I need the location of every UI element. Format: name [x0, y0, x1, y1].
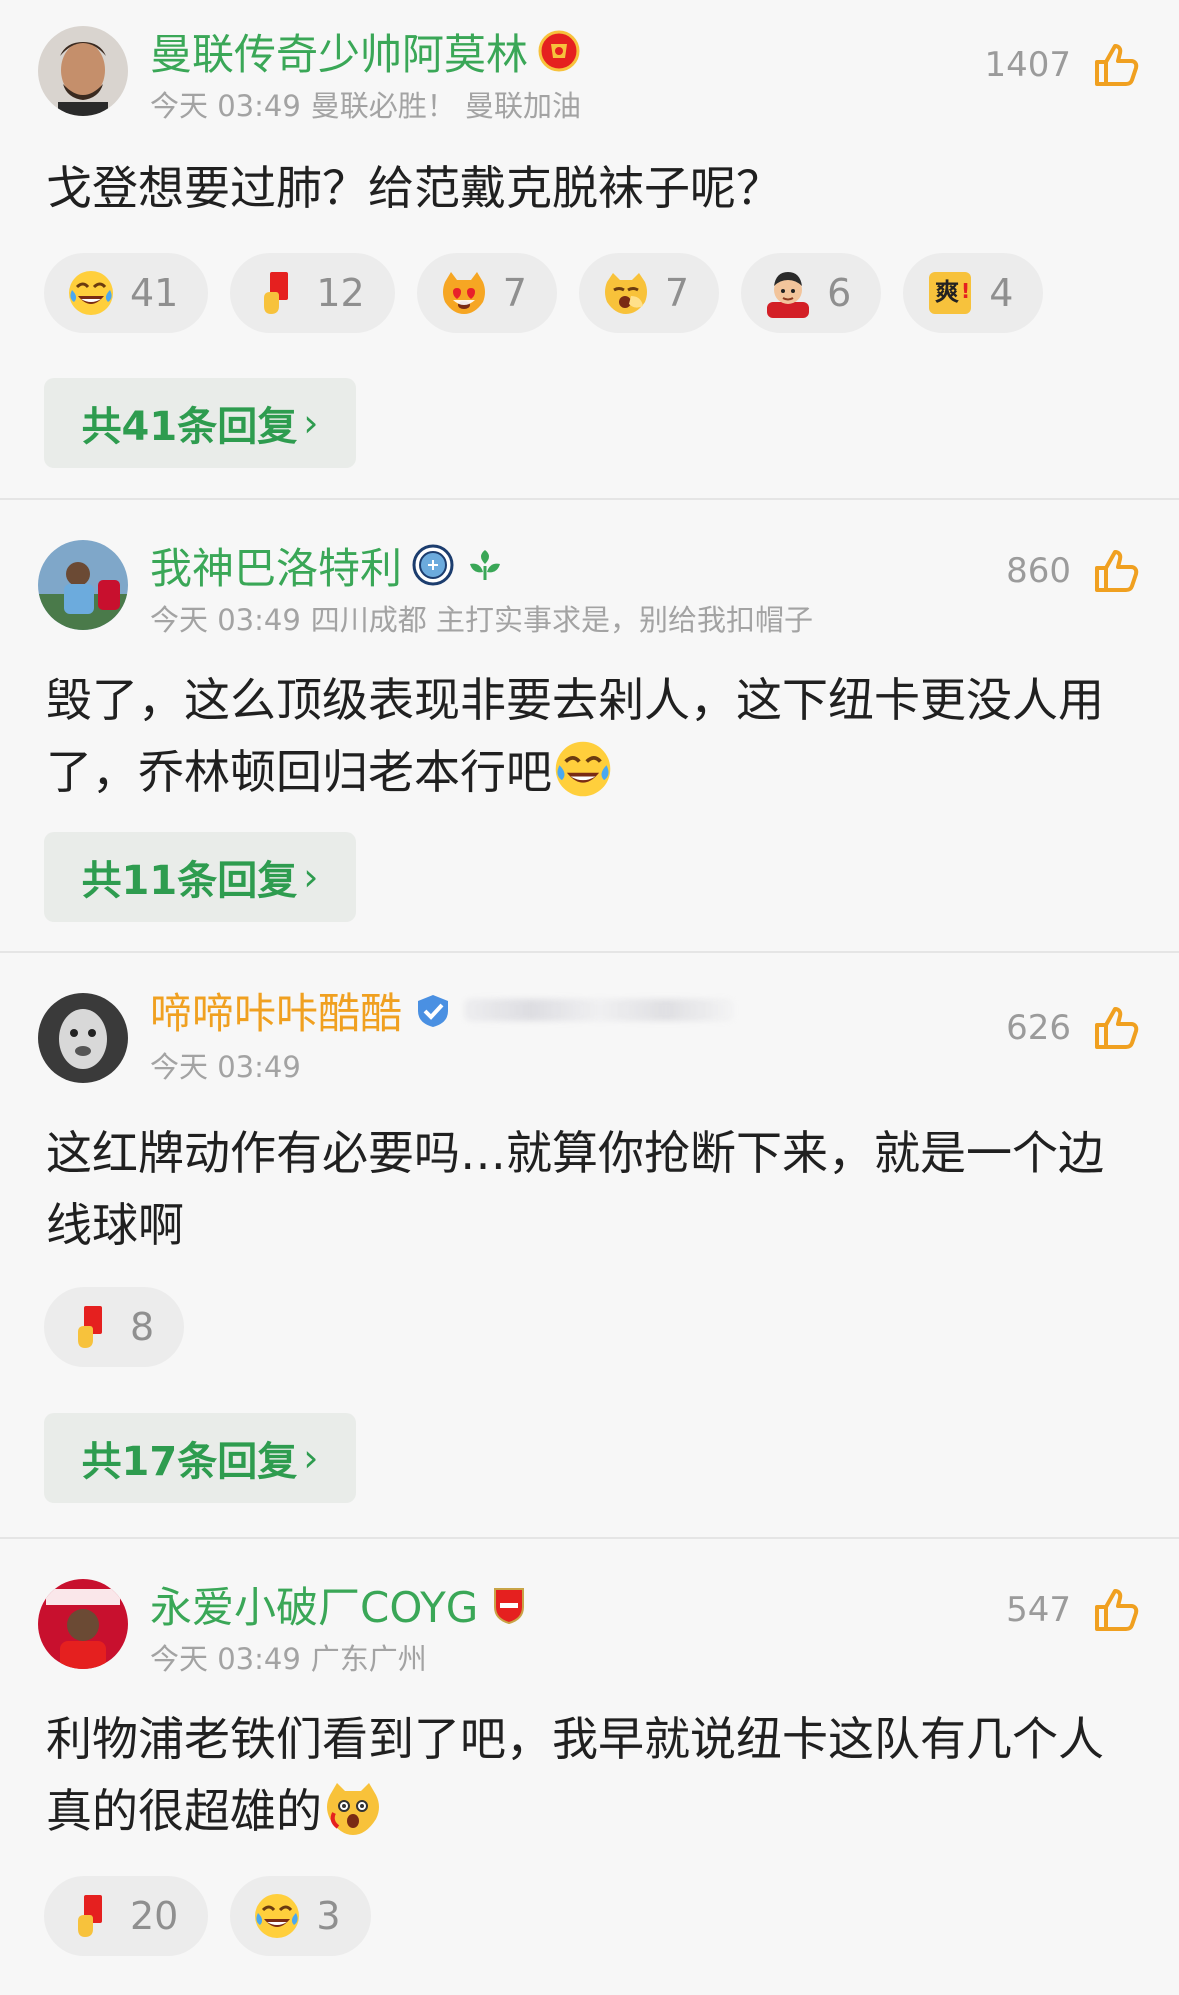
comment-card: 曼联传奇少帅阿莫林 今天 03:49 曼联必胜！ 曼联加油 1407 戈登想要过… — [0, 0, 1179, 500]
reaction-bar: 8 — [44, 1287, 185, 1367]
reaction-count: 20 — [130, 1894, 179, 1938]
comment-meta: 今天 03:49 四川成都 主打实事求是，别给我扣帽子 — [150, 598, 813, 638]
comment-body: 这红牌动作有必要吗…就算你抢断下来，就是一个边线球啊 — [46, 1126, 1104, 1252]
player-avatar-icon — [763, 268, 813, 318]
name-row: 永爱小破厂COYG — [150, 1577, 530, 1632]
comment-body: 戈登想要过肺？给范戴克脱袜子呢？ — [46, 161, 782, 215]
like-button[interactable]: 547 — [1006, 1583, 1141, 1637]
shocked-cat-emoji-icon — [322, 1777, 384, 1839]
comment-meta: 今天 03:49 曼联必胜！ 曼联加油 — [150, 84, 581, 124]
red-card-icon — [66, 1891, 116, 1941]
comment-meta: 今天 03:49 — [150, 1045, 311, 1085]
comment-body: 利物浦老铁们看到了吧，我早就说纽卡这队有几个人真的很超雄的 — [46, 1712, 1104, 1838]
avatar[interactable] — [38, 993, 128, 1083]
view-replies-button[interactable]: 共41条回复 › — [44, 378, 356, 468]
avatar[interactable] — [38, 26, 128, 116]
reaction-pill[interactable]: 41 — [44, 253, 209, 333]
thumbs-up-icon[interactable] — [1091, 1585, 1141, 1635]
reaction-count: 7 — [664, 271, 690, 315]
name-row: 曼联传奇少帅阿莫林 — [150, 24, 580, 79]
chevron-right-icon: › — [303, 855, 319, 899]
comment-text: 戈登想要过肺？给范戴克脱袜子呢？ — [46, 152, 1149, 224]
shuang-sticker-icon — [925, 268, 975, 318]
reply-count-label: 共17条回复 — [81, 1439, 298, 1485]
like-button[interactable]: 860 — [1006, 544, 1141, 598]
comment-card: 我神巴洛特利 今天 03:49 四川成都 主打实事求是，别给我扣帽子 860 毁… — [0, 500, 1179, 952]
timestamp: 今天 03:49 — [150, 89, 301, 123]
username[interactable]: 永爱小破厂COYG — [150, 1574, 478, 1635]
heart-eyes-cat-icon — [439, 268, 489, 318]
leaf-badge-icon[interactable] — [464, 544, 506, 586]
chevron-right-icon: › — [303, 1436, 319, 1480]
laugh-cry-emoji-icon — [252, 1891, 302, 1941]
reaction-bar: 41 12 7 7 6 4 — [44, 253, 1044, 333]
reaction-pill[interactable]: 12 — [230, 253, 395, 333]
like-count: 1407 — [984, 45, 1071, 85]
timestamp: 今天 03:49 — [150, 1050, 301, 1084]
view-replies-button[interactable]: 共11条回复 › — [44, 832, 356, 922]
verified-badge-icon[interactable] — [412, 989, 454, 1031]
reaction-pill[interactable]: 20 — [44, 1876, 209, 1956]
reaction-pill[interactable]: 8 — [44, 1287, 185, 1367]
laugh-cry-emoji-icon — [66, 268, 116, 318]
name-row: 我神巴洛特利 — [150, 538, 506, 593]
reaction-count: 7 — [502, 271, 527, 315]
chevron-right-icon: › — [303, 401, 319, 445]
reaction-pill[interactable]: 3 — [230, 1876, 371, 1956]
user-signature: 曼联必胜！ 曼联加油 — [310, 89, 582, 123]
like-button[interactable]: 626 — [1006, 1001, 1141, 1055]
blurred-decoration — [464, 999, 735, 1021]
thumbs-up-icon[interactable] — [1091, 1003, 1141, 1053]
username[interactable]: 曼联传奇少帅阿莫林 — [150, 21, 528, 82]
reaction-count: 6 — [827, 271, 852, 315]
yawn-face-icon — [601, 268, 651, 318]
laugh-cry-emoji-icon — [552, 738, 614, 800]
comment-meta: 今天 03:49 广东广州 — [150, 1637, 427, 1677]
like-count: 860 — [1006, 551, 1071, 591]
username[interactable]: 啼啼咔咔酷酷 — [150, 980, 402, 1041]
view-replies-button[interactable]: 共17条回复 › — [44, 1413, 356, 1503]
avatar[interactable] — [38, 540, 128, 630]
avatar[interactable] — [38, 1579, 128, 1669]
reaction-count: 3 — [316, 1894, 341, 1938]
like-count: 626 — [1006, 1008, 1071, 1048]
reaction-pill[interactable]: 6 — [741, 253, 882, 333]
manchester-united-badge-icon[interactable] — [538, 30, 580, 72]
comment-card: 永爱小破厂COYG 今天 03:49 广东广州 547 利物浦老铁们看到了吧，我… — [0, 1539, 1179, 1995]
reaction-pill[interactable]: 4 — [903, 253, 1044, 333]
reaction-count: 8 — [130, 1305, 155, 1349]
comment-card: 啼啼咔咔酷酷 今天 03:49 626 这红牌动作有必要吗…就算你抢断下来，就是… — [0, 953, 1179, 1538]
like-button[interactable]: 1407 — [984, 38, 1141, 92]
thumbs-up-icon[interactable] — [1091, 546, 1141, 596]
reply-count-label: 共11条回复 — [81, 858, 298, 904]
timestamp: 今天 03:49 — [150, 603, 301, 637]
reaction-bar: 20 3 — [44, 1876, 371, 1956]
username[interactable]: 我神巴洛特利 — [150, 535, 402, 596]
manchester-city-badge-icon[interactable] — [412, 544, 454, 586]
user-signature: 四川成都 主打实事求是，别给我扣帽子 — [310, 603, 814, 637]
comment-text: 利物浦老铁们看到了吧，我早就说纽卡这队有几个人真的很超雄的 — [46, 1703, 1149, 1847]
reaction-pill[interactable]: 7 — [416, 253, 557, 333]
red-card-icon — [66, 1302, 116, 1352]
reaction-count: 12 — [316, 271, 365, 315]
thumbs-up-icon[interactable] — [1091, 40, 1141, 90]
arsenal-badge-icon[interactable] — [488, 1583, 530, 1625]
like-count: 547 — [1006, 1590, 1071, 1630]
reaction-count: 4 — [989, 271, 1014, 315]
reaction-count: 41 — [130, 271, 179, 315]
comment-text: 这红牌动作有必要吗…就算你抢断下来，就是一个边线球啊 — [46, 1117, 1149, 1261]
reaction-pill[interactable]: 7 — [578, 253, 720, 333]
red-card-icon — [252, 268, 302, 318]
reply-count-label: 共41条回复 — [81, 404, 298, 450]
comment-text: 毁了，这么顶级表现非要去剁人，这下纽卡更没人用了，乔林顿回归老本行吧 — [46, 664, 1149, 808]
user-location: 广东广州 — [310, 1642, 427, 1676]
timestamp: 今天 03:49 — [150, 1642, 301, 1676]
name-row: 啼啼咔咔酷酷 — [150, 983, 735, 1038]
